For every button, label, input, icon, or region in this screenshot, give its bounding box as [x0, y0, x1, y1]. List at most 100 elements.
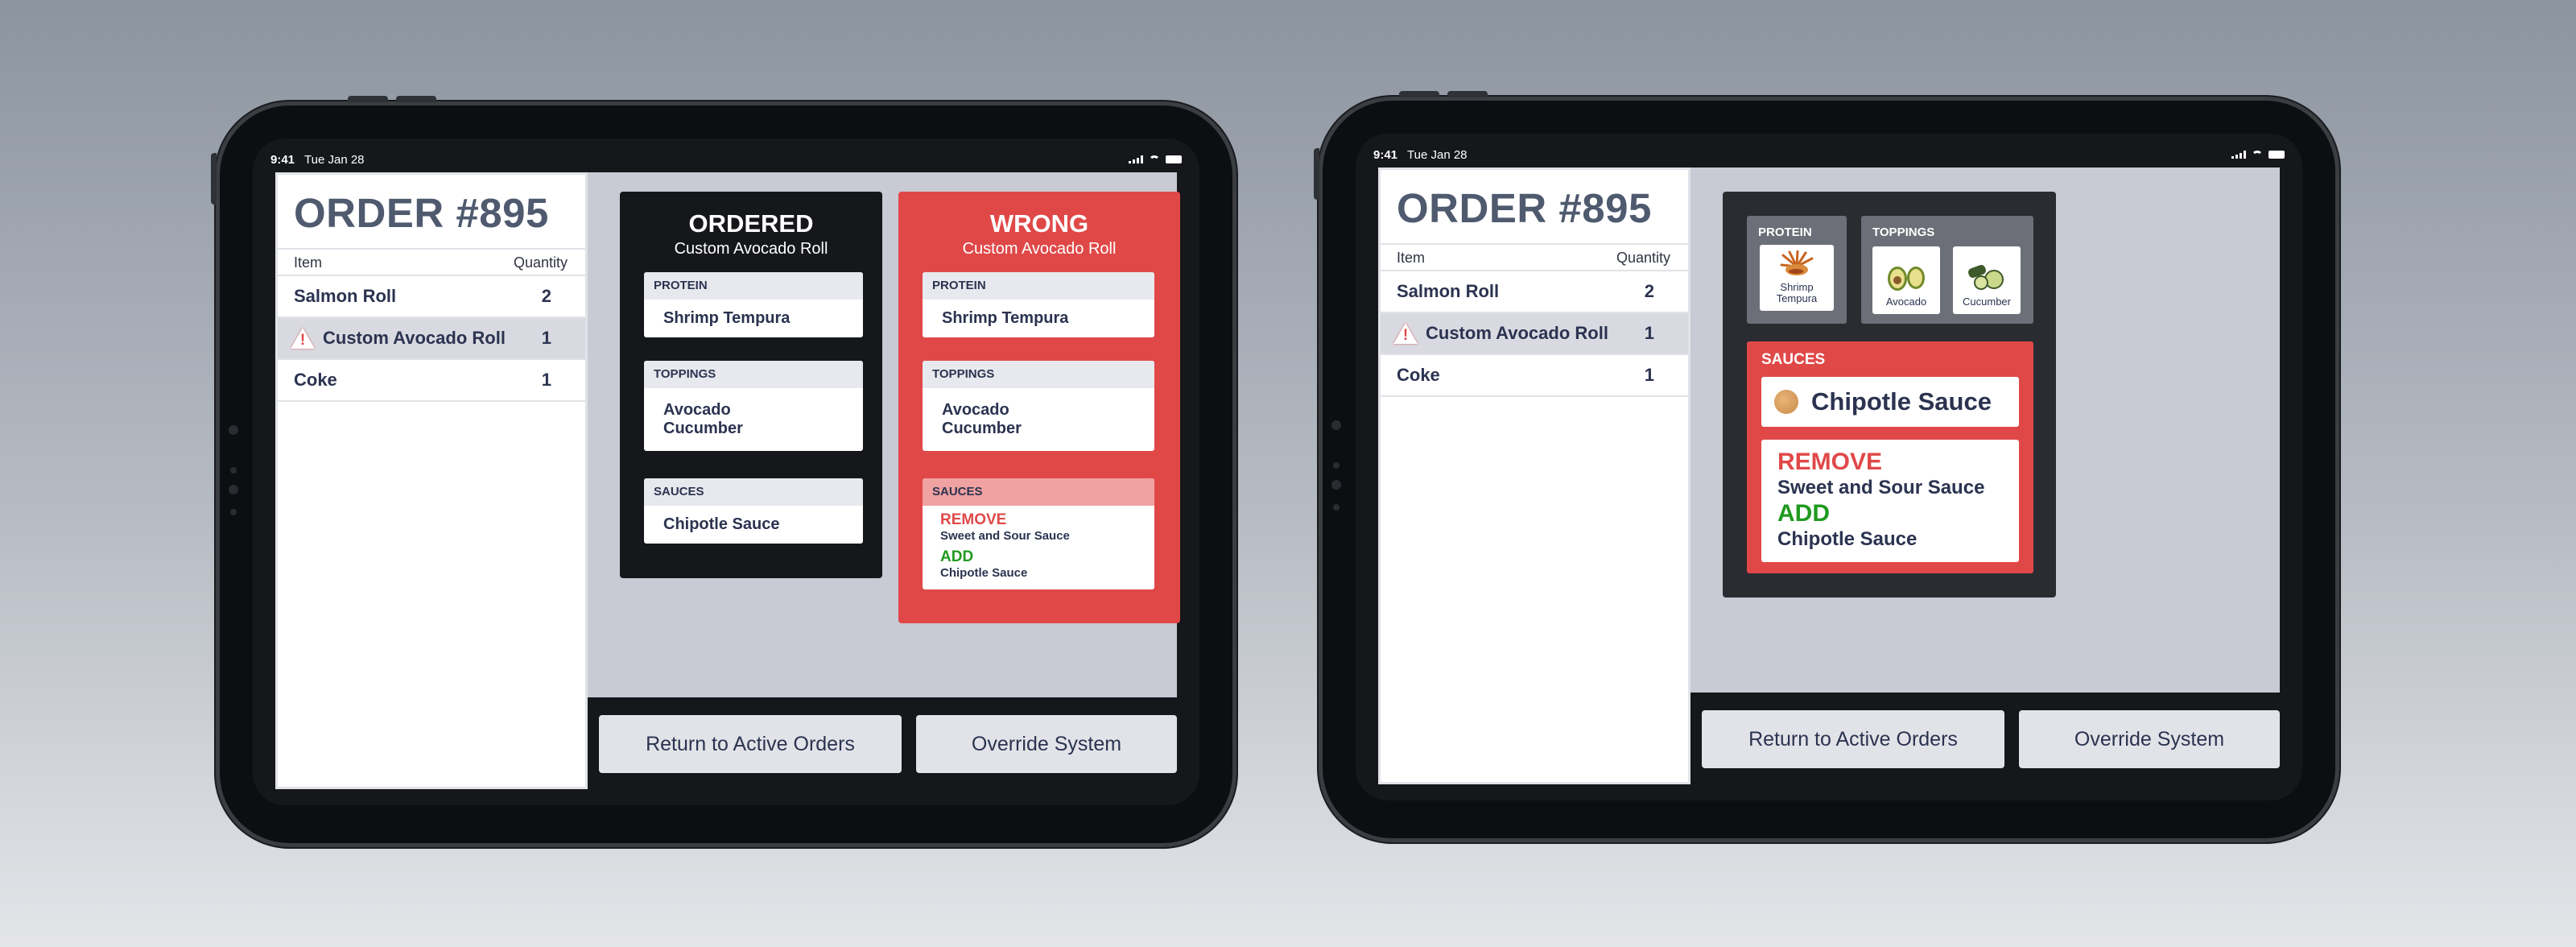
tablet-right: 9:41 Tue Jan 28 ORDER #895 Item Quantity…: [1314, 91, 2339, 842]
order-title: ORDER #895: [294, 190, 549, 236]
order-row[interactable]: Coke 1: [278, 360, 585, 402]
order-item-qty: 2: [1644, 281, 1654, 301]
wrong-card: WRONG Custom Avocado Roll PROTEIN Shrimp…: [898, 192, 1180, 623]
order-title: ORDER #895: [1397, 185, 1652, 231]
protein-label: PROTEIN: [644, 272, 863, 300]
shrimp-tempura-icon: [1780, 250, 1814, 275]
toppings-label: TOPPINGS: [1872, 225, 1935, 239]
order-row[interactable]: Salmon Roll 2: [1381, 271, 1688, 313]
screen: 9:41 Tue Jan 28 ORDER #895 Item Quantity…: [1356, 134, 2302, 800]
toppings-label: TOPPINGS: [923, 361, 1154, 388]
topping-value: Avocado: [942, 401, 1009, 419]
signal-icon: [2231, 151, 2246, 159]
wifi-icon: [1149, 155, 1160, 163]
return-to-active-orders-button[interactable]: Return to Active Orders: [1702, 710, 2004, 768]
wrong-card-title: WRONG: [989, 209, 1089, 238]
volume-button: [1447, 91, 1488, 97]
order-row-flagged[interactable]: ! Custom Avocado Roll 1: [278, 318, 585, 360]
current-sauce-chip[interactable]: Chipotle Sauce: [1761, 377, 2019, 427]
sauce-correction-box: REMOVE Sweet and Sour Sauce ADD Chipotle…: [1761, 440, 2019, 562]
add-item: Chipotle Sauce: [940, 566, 1028, 580]
order-item-name: Salmon Roll: [294, 286, 397, 306]
sauces-section: SAUCES Chipotle Sauce REMOVE Sweet and S…: [1747, 341, 2033, 573]
sauces-box: SAUCES Chipotle Sauce: [644, 478, 863, 544]
add-label: ADD: [940, 548, 974, 565]
sensor-icon: [1333, 504, 1340, 511]
order-item-name: Coke: [294, 370, 337, 390]
column-header-quantity: Quantity: [1616, 250, 1670, 266]
column-header-item: Item: [294, 254, 323, 271]
app-area: ORDER #895 Item Quantity Salmon Roll 2 !…: [1378, 167, 2280, 784]
sensor-icon: [1333, 462, 1340, 469]
wrong-card-subtitle: Custom Avocado Roll: [962, 240, 1117, 258]
protein-value: Shrimp Tempura: [663, 309, 791, 327]
order-item-qty: 1: [541, 328, 551, 348]
topping-tile-label: Avocado: [1885, 296, 1927, 308]
status-date: Tue Jan 28: [1407, 147, 1468, 162]
override-system-button[interactable]: Override System: [916, 715, 1177, 773]
override-system-button[interactable]: Override System: [2019, 710, 2280, 768]
return-to-active-orders-button[interactable]: Return to Active Orders: [599, 715, 902, 773]
order-table-header: Item Quantity: [278, 248, 585, 276]
camera-icon: [1331, 480, 1341, 490]
status-time: 9:41: [1373, 147, 1398, 162]
topping-value: Cucumber: [942, 420, 1022, 437]
ordered-card: ORDERED Custom Avocado Roll PROTEIN Shri…: [620, 192, 882, 578]
protein-tile-label: Shrimp Tempura: [1776, 281, 1818, 304]
sauce-value: Chipotle Sauce: [663, 515, 780, 533]
ordered-card-title: ORDERED: [688, 209, 814, 238]
topping-value: Cucumber: [663, 420, 743, 437]
camera-icon: [229, 425, 238, 435]
signal-icon: [1129, 155, 1143, 163]
volume-button: [348, 96, 388, 102]
toppings-box: TOPPINGS Avocado Cucumber: [644, 361, 863, 451]
status-bar: 9:41 Tue Jan 28: [270, 150, 1182, 169]
battery-icon: [1166, 155, 1182, 163]
warning-icon: !: [1393, 323, 1418, 344]
order-panel: ORDER #895 Item Quantity Salmon Roll 2 !…: [1378, 167, 1690, 784]
battery-icon: [2268, 151, 2285, 159]
topping-tile[interactable]: Avocado: [1872, 246, 1940, 314]
status-bar: 9:41 Tue Jan 28: [1373, 145, 2285, 164]
ordered-card-subtitle: Custom Avocado Roll: [674, 240, 828, 258]
bottom-action-bar: Return to Active Orders Override System: [1690, 693, 2280, 784]
volume-button: [1399, 91, 1439, 97]
column-header-item: Item: [1397, 250, 1426, 266]
toppings-label: TOPPINGS: [644, 361, 863, 388]
toppings-box: TOPPINGS Avocado Cucumber: [923, 361, 1154, 451]
order-panel: ORDER #895 Item Quantity Salmon Roll 2 !…: [275, 172, 588, 789]
sauces-label: SAUCES: [1761, 351, 1826, 368]
camera-icon: [1331, 420, 1341, 430]
sauces-label: SAUCES: [644, 478, 863, 506]
power-button: [211, 153, 217, 205]
order-item-name: Salmon Roll: [1397, 281, 1500, 301]
column-header-quantity: Quantity: [513, 254, 568, 271]
order-item-name: Custom Avocado Roll: [1426, 323, 1608, 343]
order-item-qty: 1: [1644, 365, 1654, 385]
order-row[interactable]: Salmon Roll 2: [278, 276, 585, 318]
wifi-icon: [2252, 151, 2263, 159]
status-time: 9:41: [270, 152, 295, 167]
topping-tile-label: Cucumber: [1963, 296, 2011, 308]
protein-section: PROTEIN Shrimp Tempura: [1747, 216, 1847, 324]
tablet-left: 9:41 Tue Jan 28 ORDER #895 Item Quantity…: [211, 96, 1236, 847]
sensor-icon: [230, 509, 237, 515]
protein-tile[interactable]: Shrimp Tempura: [1760, 245, 1834, 311]
order-item-qty: 1: [1644, 323, 1654, 343]
remove-label: REMOVE: [1777, 449, 1883, 475]
protein-label: PROTEIN: [923, 272, 1154, 300]
power-button: [1314, 148, 1319, 200]
current-sauce-name: Chipotle Sauce: [1811, 387, 1992, 416]
app-area: ORDER #895 Item Quantity Salmon Roll 2 !…: [275, 172, 1180, 789]
sauce-drop-icon: [1774, 390, 1798, 414]
remove-item: Sweet and Sour Sauce: [1777, 477, 1985, 498]
warning-icon: !: [291, 328, 315, 349]
sauces-label: SAUCES: [923, 478, 1154, 506]
screen: 9:41 Tue Jan 28 ORDER #895 Item Quantity…: [253, 139, 1199, 805]
sauces-correction-box: SAUCES REMOVE Sweet and Sour Sauce ADD C…: [923, 478, 1154, 589]
topping-tile[interactable]: Cucumber: [1953, 246, 2021, 314]
order-row[interactable]: Coke 1: [1381, 355, 1688, 397]
volume-button: [396, 96, 436, 102]
order-row-flagged[interactable]: ! Custom Avocado Roll 1: [1381, 313, 1688, 355]
add-item: Chipotle Sauce: [1777, 528, 1918, 550]
